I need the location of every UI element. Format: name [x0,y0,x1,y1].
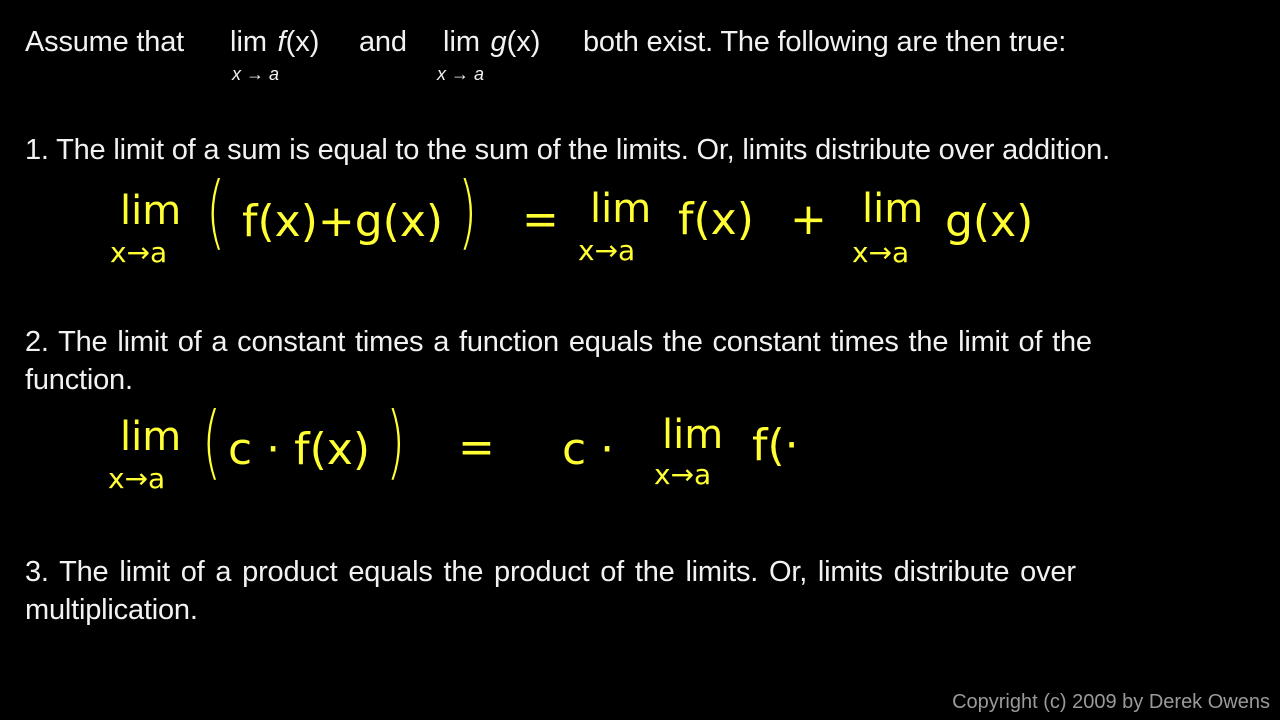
rule-1-text: 1. The limit of a sum is equal to the su… [25,134,1110,166]
hw-equals: = [458,422,495,473]
hw-equals: = [522,194,559,245]
rule-3-text-line-1: 3. The limit of a product equals the pro… [25,556,1076,588]
hw-g-of-x: g(x) [945,196,1034,247]
hw-lim: lim [120,188,182,234]
hw-f-of-x: f(x) [678,194,754,245]
hw-lim-subscript: x→a [654,458,712,491]
intro-prefix: Assume that [25,26,184,58]
lim-word: lim [443,26,481,58]
function-name-f: f [277,26,286,58]
hw-sum-expression: f(x)+g(x) [242,196,444,247]
hw-f-partial: f(· [752,420,799,471]
lim-subscript: x → a [232,64,280,84]
hw-close-paren: ) [458,165,477,258]
hw-lim: lim [862,186,924,232]
and-word: and [359,26,407,58]
rule-3-text-line-2: multiplication. [25,594,198,626]
function-name-g: g [490,26,507,58]
hw-open-paren: ( [202,395,221,488]
hw-lim-subscript: x→a [578,234,636,267]
rule-2-text-line-1: 2. The limit of a constant times a funct… [25,326,1092,358]
copyright-notice: Copyright (c) 2009 by Derek Owens [952,691,1270,713]
rule-2-text-line-2: function. [25,364,133,396]
intro-suffix: both exist. The following are then true: [583,26,1067,58]
limit-g-notation: lim g(x) [443,26,540,59]
hw-open-paren: ( [206,165,225,258]
hw-lim-subscript: x→a [852,236,910,269]
hw-plus: + [790,194,827,245]
hw-close-paren: ) [386,395,405,488]
hw-lim-subscript: x→a [108,462,166,495]
hw-lim: lim [662,412,724,458]
function-arg: (x) [285,26,320,58]
function-arg: (x) [506,26,541,58]
hw-lim: lim [120,414,182,460]
hw-lim: lim [590,186,652,232]
hw-constant-times-f: c · f(x) [228,424,371,475]
lim-word: lim [230,26,268,58]
hw-lim-subscript: x→a [110,236,168,269]
limit-f-notation: lim f(x) [230,26,319,59]
lim-subscript: x → a [437,64,485,84]
hw-constant: c · [562,424,615,475]
